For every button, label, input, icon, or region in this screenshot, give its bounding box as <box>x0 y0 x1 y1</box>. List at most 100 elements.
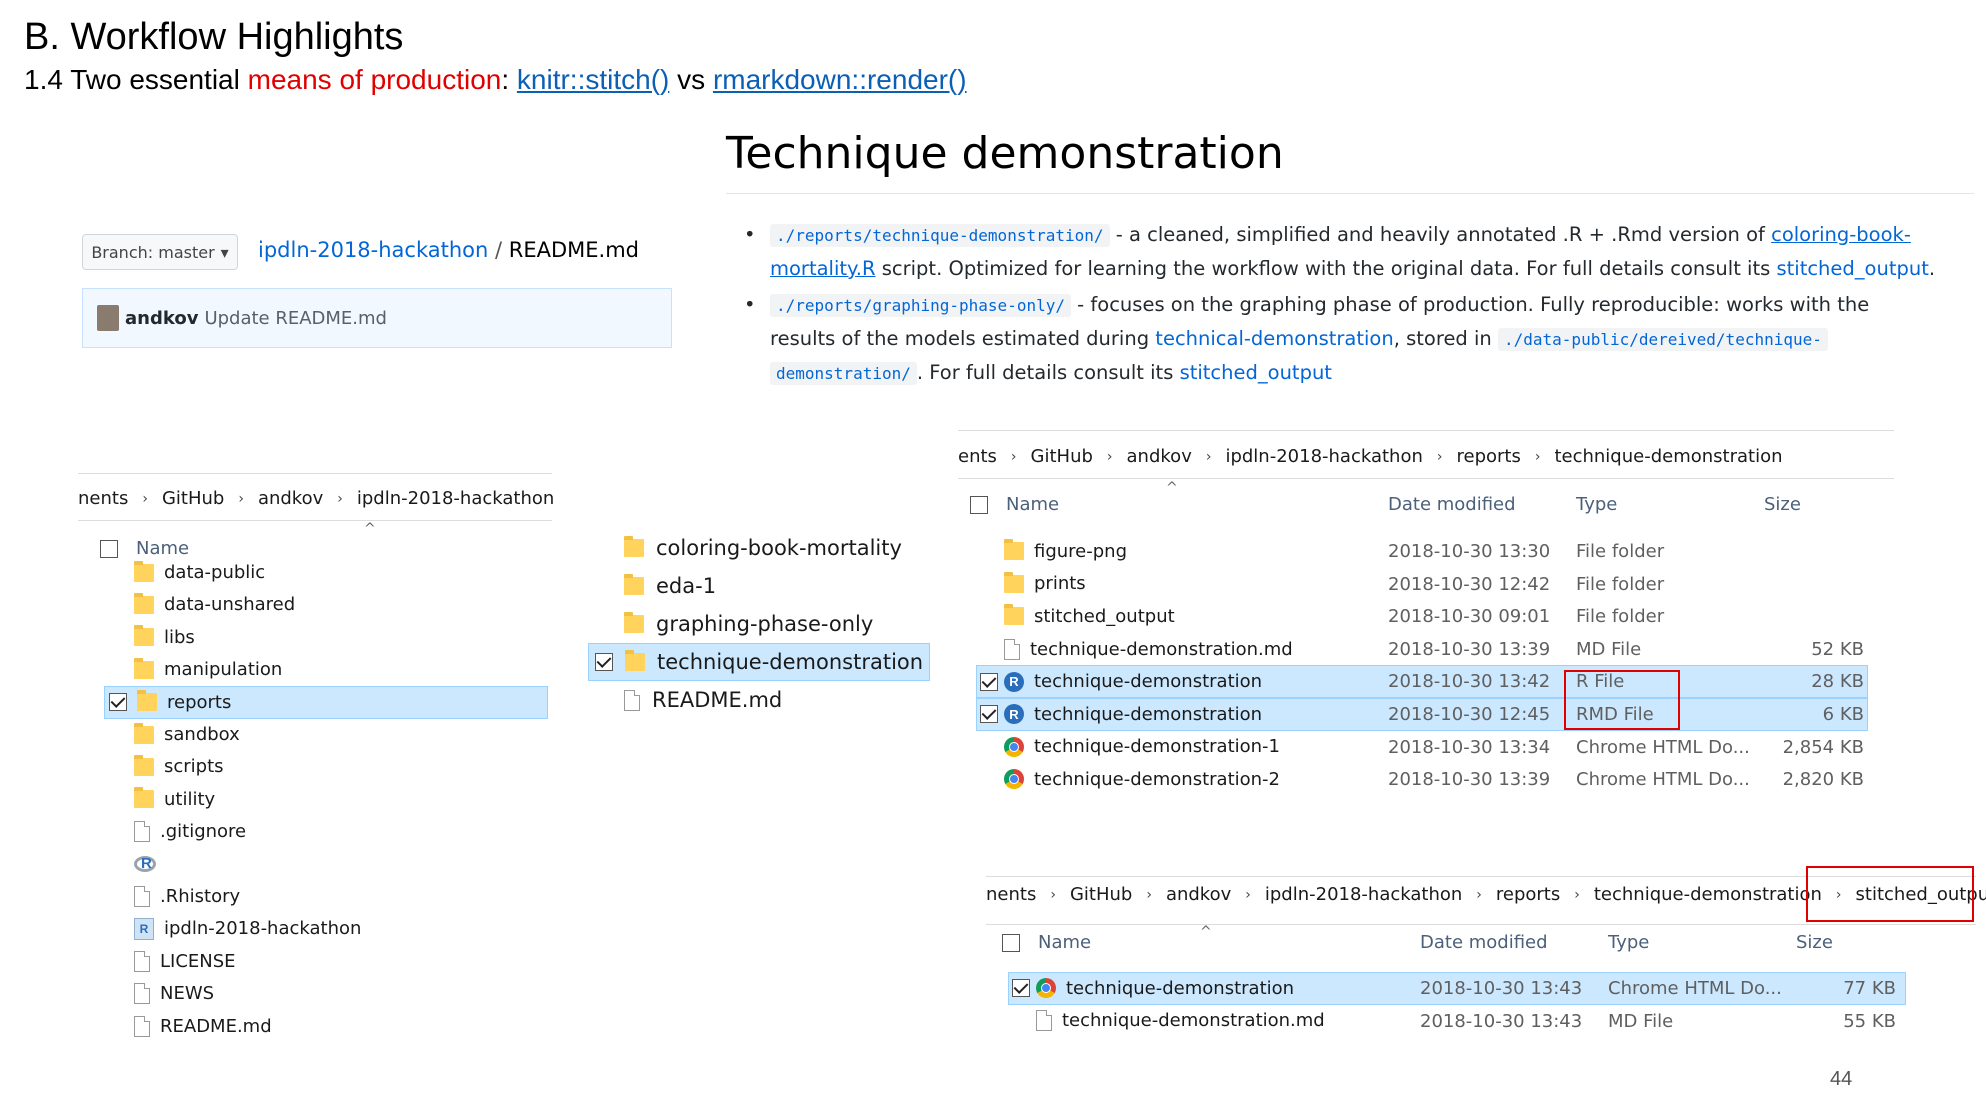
folder-icon <box>624 612 644 633</box>
column-date-modified[interactable]: Date modified <box>1388 494 1516 515</box>
file-icon <box>134 821 150 843</box>
list-item[interactable]: README.md <box>588 681 782 719</box>
table-row[interactable]: Rtechnique-demonstration <box>980 698 1262 731</box>
breadcrumb-item[interactable]: technique-demonstration <box>1554 446 1782 467</box>
list-item[interactable]: manipulation <box>104 653 282 686</box>
list-item[interactable]: coloring-book-mortality <box>588 529 902 567</box>
table-row[interactable]: technique-demonstration-1 <box>980 731 1280 764</box>
date-modified: 2018-10-30 13:43 <box>1420 1010 1583 1032</box>
item-name: utility <box>164 788 216 810</box>
list-item[interactable]: README.md <box>104 1010 272 1043</box>
column-name[interactable]: Name <box>1006 494 1059 515</box>
branch-label: Branch: master <box>91 242 215 262</box>
column-name[interactable]: Name <box>1038 932 1091 953</box>
list-item[interactable]: LICENSE <box>104 945 236 978</box>
column-type[interactable]: Type <box>1608 932 1649 953</box>
row-checkbox[interactable] <box>109 693 127 712</box>
breadcrumb-item[interactable]: andkov <box>1127 446 1192 467</box>
breadcrumb-item[interactable]: GitHub <box>162 488 224 509</box>
coloring-book-link[interactable]: coloring-book- <box>1771 223 1911 246</box>
breadcrumb-item[interactable]: ents <box>958 446 997 467</box>
table-row[interactable]: technique-demonstration.md <box>980 633 1293 666</box>
breadcrumb-item[interactable]: nents <box>78 488 128 509</box>
list-item[interactable]: graphing-phase-only <box>588 605 873 643</box>
breadcrumb-item[interactable]: ipdln-2018-hackathon <box>1265 884 1462 905</box>
breadcrumb-item[interactable]: andkov <box>258 488 323 509</box>
chevron-right-icon: › <box>1574 886 1580 903</box>
select-all-checkbox[interactable] <box>970 496 988 514</box>
list-item[interactable]: technique-demonstration <box>588 643 930 681</box>
row-checkbox[interactable] <box>980 705 998 724</box>
table-row[interactable]: Rtechnique-demonstration <box>980 665 1262 698</box>
folder-icon <box>134 787 154 809</box>
knitr-stitch-link[interactable]: knitr::stitch() <box>517 64 669 95</box>
list-item[interactable]: libs <box>104 621 195 654</box>
coloring-book-link-cont[interactable]: mortality.R <box>770 257 876 280</box>
list-item[interactable]: scripts <box>104 750 224 783</box>
file-icon <box>134 1015 150 1037</box>
file-icon <box>134 983 150 1005</box>
date-modified: 2018-10-30 13:42 <box>1388 671 1551 693</box>
stitched-output-link-2[interactable]: stitched_output <box>1180 361 1332 384</box>
repo-link[interactable]: ipdln-2018-hackathon <box>258 238 488 262</box>
column-size[interactable]: Size <box>1764 494 1801 515</box>
item-name: reports <box>167 691 232 713</box>
breadcrumb-item[interactable]: ipdln-2018-hackathon <box>357 488 554 509</box>
chevron-right-icon: › <box>142 490 148 507</box>
table-row[interactable]: prints <box>980 568 1086 601</box>
list-item[interactable]: data-unshared <box>104 588 295 621</box>
column-type[interactable]: Type <box>1576 494 1617 515</box>
breadcrumb-item[interactable]: andkov <box>1166 884 1231 905</box>
breadcrumb-item[interactable]: GitHub <box>1031 446 1093 467</box>
commit-user[interactable]: andkov <box>125 308 198 329</box>
page-number: 44 <box>1830 1068 1853 1090</box>
breadcrumb-item[interactable]: nents <box>986 884 1036 905</box>
list-item[interactable] <box>104 848 166 881</box>
list-item[interactable]: Ripdln-2018-hackathon <box>104 912 361 945</box>
breadcrumb-item[interactable]: reports <box>1456 446 1520 467</box>
breadcrumb-item[interactable]: technique-demonstration <box>1594 884 1822 905</box>
commit-message[interactable]: Update README.md <box>204 308 387 329</box>
item-name: ipdln-2018-hackathon <box>164 918 362 940</box>
file-name: technique-demonstration-1 <box>1034 736 1280 758</box>
list-item[interactable]: sandbox <box>104 718 240 751</box>
breadcrumb-item[interactable]: GitHub <box>1070 884 1132 905</box>
table-row[interactable]: technique-demonstration.md <box>1012 1005 1325 1038</box>
row-checkbox[interactable] <box>980 672 998 691</box>
folder-icon <box>134 625 154 647</box>
stitched-output-link-1[interactable]: stitched_output <box>1776 257 1928 280</box>
technical-demonstration-link[interactable]: technical-demonstration <box>1155 327 1393 350</box>
chrome-icon <box>1004 769 1024 790</box>
select-all-checkbox[interactable] <box>1002 934 1020 952</box>
list-item[interactable]: NEWS <box>104 977 214 1010</box>
table-row[interactable]: stitched_output <box>980 600 1175 633</box>
list-item[interactable]: eda-1 <box>588 567 716 605</box>
table-row[interactable]: technique-demonstration-2 <box>980 763 1280 796</box>
chevron-right-icon: › <box>1205 448 1212 465</box>
avatar[interactable] <box>97 305 119 331</box>
table-row[interactable]: technique-demonstration <box>1012 972 1294 1005</box>
code-graphing-path: ./reports/graphing-phase-only/ <box>770 294 1071 317</box>
column-size[interactable]: Size <box>1796 932 1833 953</box>
subtitle-prefix: 1.4 Two essential <box>24 64 248 95</box>
sort-up-icon: ^ <box>364 521 376 537</box>
list-item[interactable]: data-public <box>104 556 265 589</box>
table-row[interactable]: figure-png <box>980 535 1127 568</box>
list-item[interactable]: .gitignore <box>104 815 246 848</box>
file-icon <box>134 886 150 907</box>
b1-text2: script. Optimized for learning the workf… <box>875 257 1777 280</box>
list-item[interactable]: reports <box>104 685 548 719</box>
row-checkbox[interactable] <box>595 653 613 671</box>
file-size: 6 KB <box>1822 704 1864 725</box>
chevron-right-icon: › <box>238 490 244 507</box>
breadcrumb-item[interactable]: ipdln-2018-hackathon <box>1225 446 1422 467</box>
rmarkdown-render-link[interactable]: rmarkdown::render() <box>713 64 967 95</box>
branch-button[interactable]: Branch: master ▾ <box>82 234 238 270</box>
caret-down-icon: ▾ <box>220 242 229 262</box>
row-checkbox[interactable] <box>1012 979 1030 998</box>
b1-text1: - a cleaned, simplified and heavily anno… <box>1109 223 1772 246</box>
list-item[interactable]: utility <box>104 783 215 816</box>
column-date-modified[interactable]: Date modified <box>1420 932 1548 953</box>
breadcrumb-item[interactable]: reports <box>1496 884 1560 905</box>
list-item[interactable]: .Rhistory <box>104 880 240 913</box>
